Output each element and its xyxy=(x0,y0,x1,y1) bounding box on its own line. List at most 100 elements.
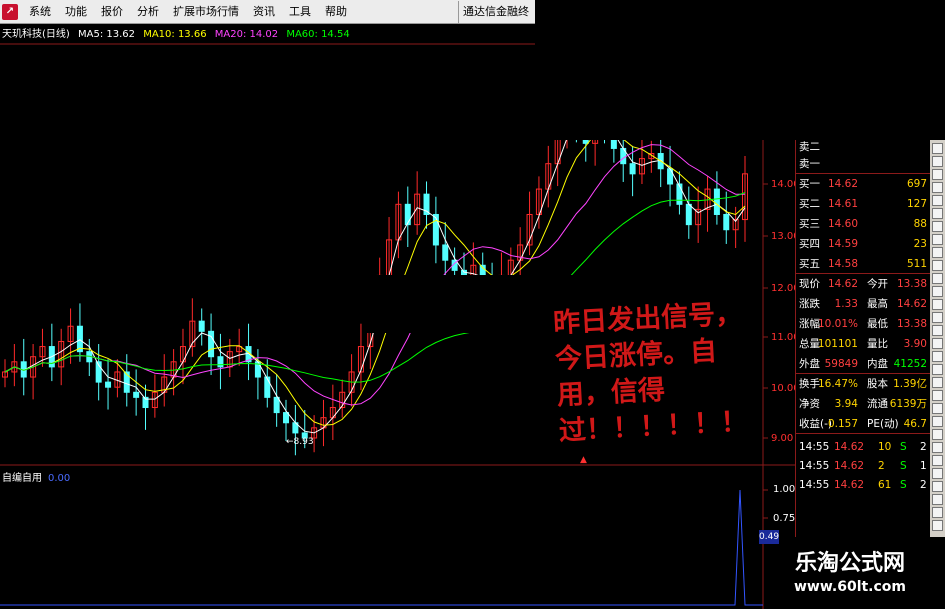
menu-analysis[interactable]: 分析 xyxy=(130,0,166,24)
tool-strip xyxy=(930,140,945,537)
tick-time: 14:55 xyxy=(799,460,830,472)
tick-row: 14:55 14.62 2 S 1 xyxy=(796,457,930,476)
signal-marker: ▲ xyxy=(580,455,587,465)
buy-level-label: 买三 xyxy=(799,218,820,230)
tool-icon[interactable] xyxy=(932,143,943,154)
indicator-label: 自编自用 0.00 xyxy=(2,469,70,484)
indicator-current-value: 0.49 xyxy=(759,530,780,544)
candle-down xyxy=(676,183,683,205)
menu-function[interactable]: 功能 xyxy=(58,0,94,24)
tool-icon[interactable] xyxy=(932,182,943,193)
tool-icon[interactable] xyxy=(932,247,943,258)
tool-icon[interactable] xyxy=(932,221,943,232)
menu-system[interactable]: 系统 xyxy=(22,0,58,24)
tick-time: 14:55 xyxy=(799,479,830,491)
tick-price: 14.62 xyxy=(834,479,865,491)
sell-row: 卖一 xyxy=(796,154,930,174)
tool-icon[interactable] xyxy=(932,286,943,297)
tool-icon[interactable] xyxy=(932,455,943,466)
tool-icon[interactable] xyxy=(932,416,943,427)
low-price-label: ←8.93 xyxy=(286,437,314,447)
candle-down xyxy=(208,330,215,358)
buy-level-price: 14.59 xyxy=(827,238,858,250)
tool-icon[interactable] xyxy=(932,442,943,453)
tool-icon[interactable] xyxy=(932,403,943,414)
tool-icon[interactable] xyxy=(932,325,943,336)
tool-icon[interactable] xyxy=(932,364,943,375)
stat-label: 净资 xyxy=(799,398,820,410)
tool-icon[interactable] xyxy=(932,299,943,310)
candle-down xyxy=(264,376,271,398)
price-axis-label: 9.00 xyxy=(771,433,794,444)
stat-label: 今开 xyxy=(867,278,888,290)
stat-value: 13.38 xyxy=(896,278,927,290)
buy-level-volume: 23 xyxy=(913,238,927,250)
menu-news[interactable]: 资讯 xyxy=(246,0,282,24)
tick-n: 2 xyxy=(920,441,927,453)
menu-help[interactable]: 帮助 xyxy=(318,0,354,24)
candle-down xyxy=(723,213,730,231)
candle-down xyxy=(404,203,411,226)
ma5-value: MA5: 13.62 xyxy=(78,29,136,40)
stat-label: 换手 xyxy=(799,378,820,390)
quote-row: 买一 14.62 697 xyxy=(796,174,930,194)
tool-icon[interactable] xyxy=(932,429,943,440)
tool-icon[interactable] xyxy=(932,338,943,349)
indicator-axis-label: 0.75 xyxy=(773,513,796,524)
menu-tools[interactable]: 工具 xyxy=(282,0,318,24)
tool-icon[interactable] xyxy=(932,377,943,388)
quote-row: 总量 101101 量比 3.90 xyxy=(796,334,930,354)
tool-icon[interactable] xyxy=(932,390,943,401)
tool-icon[interactable] xyxy=(932,520,943,531)
tool-icon[interactable] xyxy=(932,260,943,271)
tool-icon[interactable] xyxy=(932,234,943,245)
tool-icon[interactable] xyxy=(932,351,943,362)
stat-label: 流通 xyxy=(867,398,888,410)
sell-label: 卖一 xyxy=(799,158,820,170)
candle-down xyxy=(273,396,280,414)
stat-label: 涨跌 xyxy=(799,298,820,310)
quote-row: 换手 16.47% 股本 1.39亿 xyxy=(796,374,930,394)
quote-panel: 卖二 卖一 买一 14.62 697 买二 14.61 127 买三 14.60 88 买四 14.… xyxy=(795,140,930,537)
ma60-value: MA60: 14.54 xyxy=(286,29,350,40)
tool-icon[interactable] xyxy=(932,169,943,180)
menu-quote[interactable]: 报价 xyxy=(94,0,130,24)
stat-label: 内盘 xyxy=(867,358,888,370)
tool-icon[interactable] xyxy=(932,468,943,479)
stat-value: 3.94 xyxy=(834,398,858,410)
tool-icon[interactable] xyxy=(932,494,943,505)
stat-label: 股本 xyxy=(867,378,888,390)
tool-icon[interactable] xyxy=(932,208,943,219)
stat-value: 41252 xyxy=(893,358,927,370)
menu-bar: ↗ 系统 功能 报价 分析 扩展市场行情 资讯 工具 帮助 通达信金融终 xyxy=(0,0,535,24)
tool-icon[interactable] xyxy=(932,312,943,323)
tool-icon[interactable] xyxy=(932,507,943,518)
tool-icon[interactable] xyxy=(932,481,943,492)
menu-extended-market[interactable]: 扩展市场行情 xyxy=(166,0,246,24)
indicator-name: 自编自用 xyxy=(2,473,42,484)
tool-icon[interactable] xyxy=(932,156,943,167)
buy-level-volume: 127 xyxy=(906,198,927,210)
watermark-title: 乐淘公式网 xyxy=(794,551,905,576)
sell-label: 卖二 xyxy=(799,141,820,153)
buy-level-volume: 697 xyxy=(906,178,927,190)
candle-down xyxy=(217,356,224,368)
signal-annotation: 昨日发出信号，今日涨停。自用，信得过！！！！！！ xyxy=(552,298,749,448)
app-logo-icon: ↗ xyxy=(2,3,18,20)
buy-level-price: 14.61 xyxy=(827,198,858,210)
stat-label: 现价 xyxy=(799,278,820,290)
ma-header: 天玑科技(日线) MA5: 13.62 MA10: 13.66 MA20: 14… xyxy=(2,28,355,42)
ma20-value: MA20: 14.02 xyxy=(214,29,279,40)
quote-row: 买二 14.61 127 xyxy=(796,194,930,214)
tool-icon[interactable] xyxy=(932,273,943,284)
tool-icon[interactable] xyxy=(932,195,943,206)
tick-row: 14:55 14.62 10 S 2 xyxy=(796,438,930,457)
quote-row: 买四 14.59 23 xyxy=(796,234,930,254)
stat-label: 最低 xyxy=(867,318,888,330)
quote-row: 买三 14.60 88 xyxy=(796,214,930,234)
tick-price: 14.62 xyxy=(834,460,865,472)
stat-value: 14.62 xyxy=(896,298,927,310)
candle-down xyxy=(685,203,692,226)
stat-value: 13.38 xyxy=(896,318,927,330)
stat-value: 1.33 xyxy=(834,298,858,310)
